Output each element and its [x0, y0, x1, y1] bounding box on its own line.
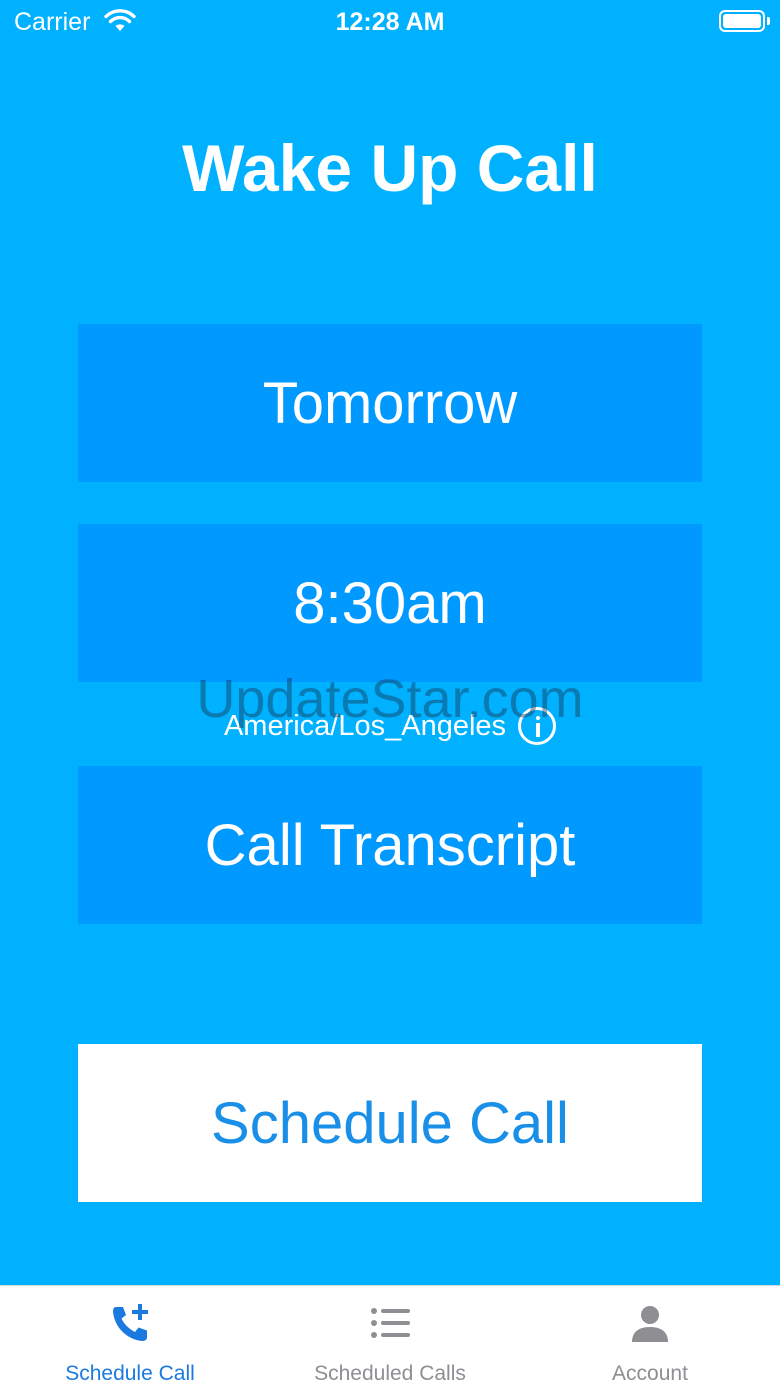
status-time: 12:28 AM	[335, 8, 445, 36]
tab-label: Scheduled Calls	[314, 1362, 466, 1385]
date-field[interactable]: Tomorrow	[78, 324, 702, 482]
page-title: Wake Up Call	[182, 131, 598, 205]
tab-schedule-call[interactable]: Schedule Call	[0, 1286, 260, 1387]
tab-scheduled-calls[interactable]: Scheduled Calls	[260, 1286, 520, 1387]
info-icon[interactable]	[518, 707, 557, 745]
tab-account[interactable]: Account	[520, 1286, 780, 1387]
transcript-field[interactable]: Call Transcript	[78, 766, 702, 924]
battery-icon	[719, 10, 765, 32]
timezone-row[interactable]: America/Los_Angeles	[0, 706, 780, 746]
tab-label: Schedule Call	[65, 1362, 195, 1385]
tab-bar: Schedule Call Scheduled Calls Account	[0, 1285, 780, 1387]
status-bar: Carrier 12:28 AM	[0, 0, 780, 44]
person-icon	[632, 1306, 668, 1342]
tab-label: Account	[612, 1362, 688, 1385]
list-icon	[371, 1308, 410, 1338]
battery-nub	[767, 17, 770, 25]
schedule-call-button[interactable]: Schedule Call	[78, 1044, 702, 1202]
time-field[interactable]: 8:30am	[78, 524, 702, 682]
phone-plus-icon	[113, 1304, 148, 1341]
timezone-label: America/Los_Angeles	[223, 709, 507, 742]
